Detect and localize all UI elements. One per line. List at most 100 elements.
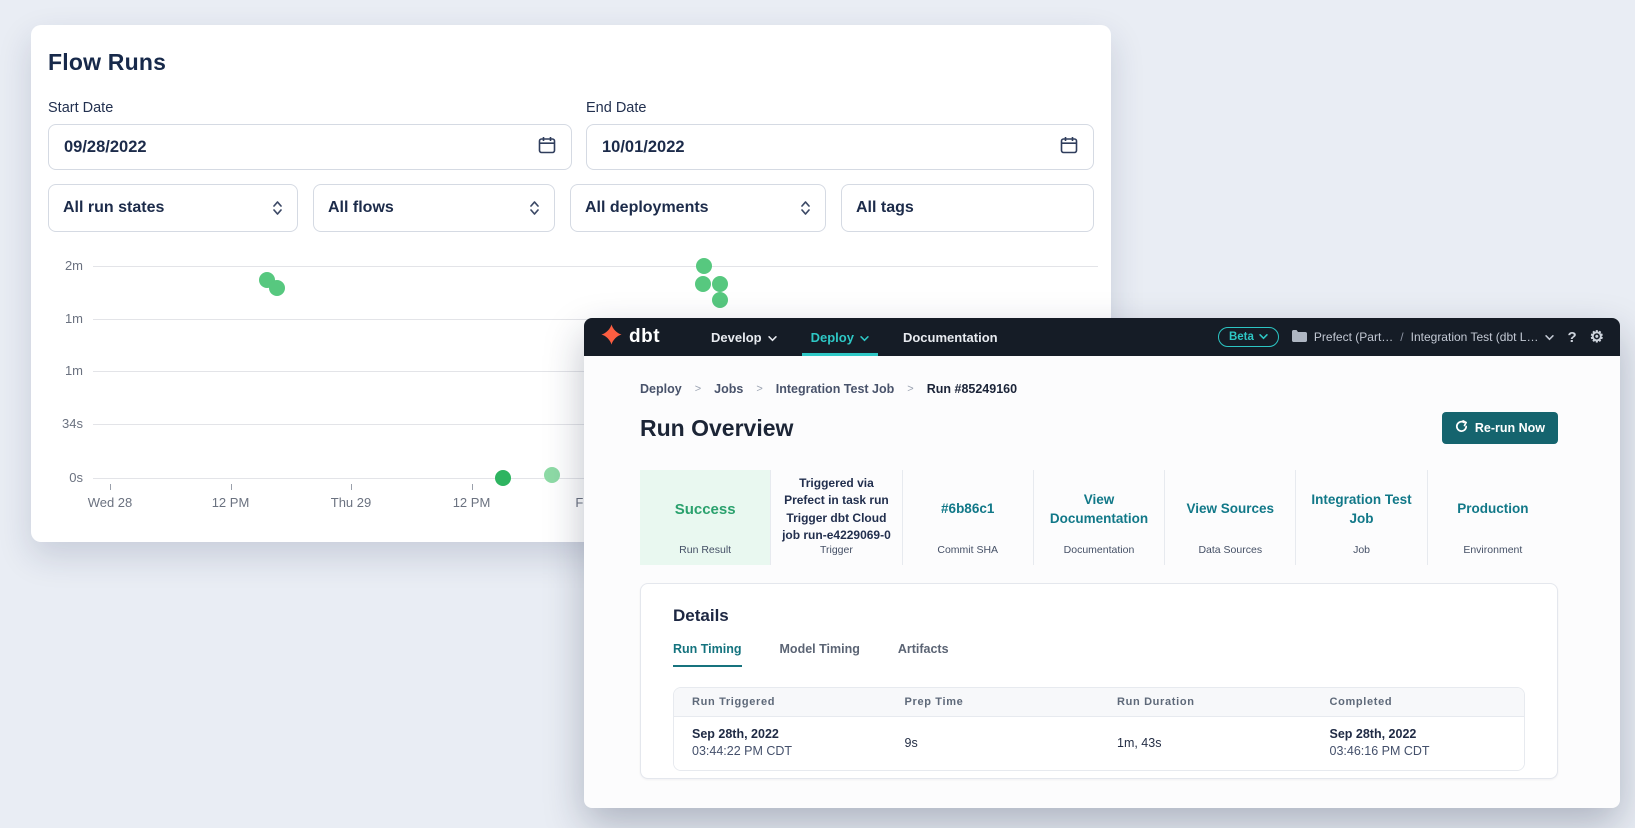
nav-item-deploy[interactable]: Deploy	[794, 318, 886, 356]
summary-card-run-result: SuccessRun Result	[640, 470, 770, 565]
nav-item-label: Develop	[711, 330, 762, 345]
flow-run-point[interactable]	[712, 276, 728, 292]
flow-run-point[interactable]	[544, 467, 560, 483]
chevron-updown-icon	[272, 200, 283, 216]
table-row: Sep 28th, 202203:44:22 PM CDT9s1m, 43sSe…	[674, 717, 1524, 770]
table-body: Sep 28th, 202203:44:22 PM CDT9s1m, 43sSe…	[674, 717, 1524, 770]
breadcrumb-item-integration-test-job[interactable]: Integration Test Job	[776, 382, 895, 396]
dbt-navbar: dbt Develop Deploy Documentation Beta Pref…	[584, 318, 1620, 356]
summary-card-environment[interactable]: Production Environment	[1427, 470, 1558, 565]
summary-card-documentation[interactable]: View Documentation Documentation	[1033, 470, 1164, 565]
card-value[interactable]: View Documentation	[1042, 491, 1156, 527]
refresh-icon	[1455, 420, 1468, 436]
rerun-now-label: Re-run Now	[1475, 421, 1545, 435]
summary-card-job[interactable]: Integration Test Job Job	[1295, 470, 1426, 565]
chart-gridline	[93, 266, 1098, 267]
rerun-now-button[interactable]: Re-run Now	[1442, 412, 1558, 444]
filter-row: All run states All flows All deployments Al…	[48, 184, 1094, 232]
details-tabs: Run Timing Model Timing Artifacts	[673, 642, 1525, 667]
breadcrumb-item-deploy[interactable]: Deploy	[640, 382, 682, 396]
env-switcher[interactable]: Prefect (Part… / Integration Test (dbt L…	[1292, 330, 1555, 345]
help-icon[interactable]: ?	[1567, 329, 1576, 346]
card-label: Environment	[1428, 544, 1558, 556]
table-cell-subvalue: 03:44:22 PM CDT	[692, 744, 887, 758]
card-value[interactable]: Production	[1457, 500, 1528, 518]
table-cell-value: Sep 28th, 2022	[1330, 727, 1525, 741]
all-tags-select[interactable]: All tags	[841, 184, 1094, 232]
timing-table: Run TriggeredPrep TimeRun DurationComple…	[673, 687, 1525, 771]
end-date-input[interactable]: 10/01/2022	[586, 124, 1094, 170]
table-cell-value: 9s	[905, 736, 1100, 750]
start-date-value: 09/28/2022	[64, 138, 147, 157]
project-env-separator: /	[1400, 330, 1403, 344]
x-axis-tick	[472, 484, 473, 490]
flow-runs-title: Flow Runs	[48, 49, 1111, 76]
tab-run-timing[interactable]: Run Timing	[673, 642, 742, 667]
x-axis-label: 12 PM	[437, 495, 507, 510]
start-date-input[interactable]: 09/28/2022	[48, 124, 572, 170]
card-label: Documentation	[1034, 544, 1164, 556]
chevron-down-icon	[860, 330, 869, 345]
summary-card-trigger: Triggered via Prefect in task run Trigge…	[770, 470, 901, 565]
y-axis-label: 0s	[31, 470, 83, 485]
flow-run-point[interactable]	[696, 258, 712, 274]
end-date-value: 10/01/2022	[602, 138, 685, 157]
table-header-cell-run-triggered: Run Triggered	[674, 696, 887, 708]
breadcrumb-separator: >	[907, 383, 913, 395]
summary-card-commit-sha[interactable]: #6b86c1 Commit SHA	[902, 470, 1033, 565]
dbt-logo[interactable]: dbt	[600, 323, 660, 351]
all-tags-value: All tags	[856, 199, 914, 217]
all-deployments-select[interactable]: All deployments	[570, 184, 826, 232]
table-cell: 9s	[887, 736, 1100, 750]
breadcrumb-item-jobs[interactable]: Jobs	[714, 382, 743, 396]
all-flows-select[interactable]: All flows	[313, 184, 555, 232]
environment-name: Integration Test (dbt L…	[1411, 330, 1539, 344]
x-axis-tick	[231, 484, 232, 490]
card-label: Data Sources	[1165, 544, 1295, 556]
chevron-down-icon	[1259, 331, 1268, 343]
all-run-states-value: All run states	[63, 199, 164, 217]
calendar-icon[interactable]	[538, 136, 556, 159]
nav-item-label: Deploy	[811, 330, 854, 345]
all-flows-value: All flows	[328, 199, 394, 217]
flow-run-point[interactable]	[712, 292, 728, 308]
dbt-logo-text: dbt	[629, 326, 660, 348]
gear-icon[interactable]: ⚙	[1590, 327, 1604, 347]
table-cell-subvalue: 03:46:16 PM CDT	[1330, 744, 1525, 758]
table-cell: Sep 28th, 2022 03:46:16 PM CDT	[1312, 727, 1525, 758]
nav-items: Develop Deploy Documentation	[694, 318, 1015, 356]
card-label: Commit SHA	[903, 544, 1033, 556]
card-label: Trigger	[771, 544, 901, 556]
card-value[interactable]: #6b86c1	[941, 500, 994, 518]
tab-artifacts[interactable]: Artifacts	[898, 642, 949, 667]
nav-item-documentation[interactable]: Documentation	[886, 318, 1015, 356]
page-title: Run Overview	[640, 415, 793, 442]
flow-run-point[interactable]	[269, 280, 285, 296]
flow-run-point[interactable]	[495, 470, 511, 486]
summary-cards: SuccessRun ResultTriggered via Prefect i…	[640, 470, 1558, 565]
x-axis-label: Thu 29	[316, 495, 386, 510]
card-value[interactable]: View Sources	[1186, 500, 1274, 518]
calendar-icon[interactable]	[1060, 136, 1078, 159]
table-header-cell-prep-time: Prep Time	[887, 696, 1100, 708]
table-cell-value: Sep 28th, 2022	[692, 727, 887, 741]
card-value: Success	[675, 501, 736, 518]
card-value[interactable]: Integration Test Job	[1304, 491, 1418, 527]
nav-item-develop[interactable]: Develop	[694, 318, 794, 356]
table-cell-value: 1m, 43s	[1117, 736, 1312, 750]
breadcrumb: Deploy>Jobs>Integration Test Job>Run #85…	[640, 382, 1558, 396]
summary-card-data-sources[interactable]: View Sources Data Sources	[1164, 470, 1295, 565]
nav-item-label: Documentation	[903, 330, 998, 345]
flow-run-point[interactable]	[695, 276, 711, 292]
details-card: Details Run TimingModel TimingArtifacts …	[640, 583, 1558, 779]
tab-model-timing[interactable]: Model Timing	[780, 642, 860, 667]
breadcrumb-item-run-85249160: Run #85249160	[927, 382, 1017, 396]
beta-badge[interactable]: Beta	[1218, 327, 1279, 347]
project-name: Prefect (Part…	[1314, 330, 1393, 344]
card-label: Job	[1296, 544, 1426, 556]
x-axis-tick	[110, 484, 111, 490]
table-cell: Sep 28th, 2022 03:44:22 PM CDT	[674, 727, 887, 758]
all-run-states-select[interactable]: All run states	[48, 184, 298, 232]
dbt-window: dbt Develop Deploy Documentation Beta Pref…	[584, 318, 1620, 808]
chevron-updown-icon	[800, 200, 811, 216]
